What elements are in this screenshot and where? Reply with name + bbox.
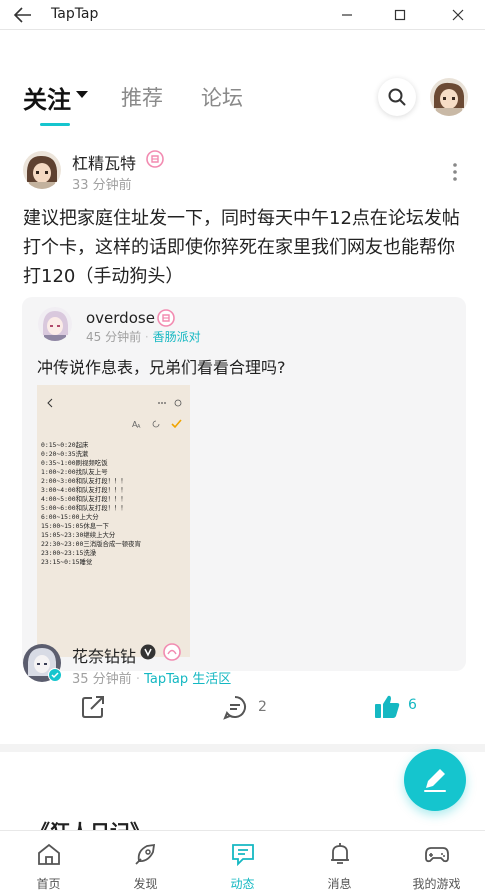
schedule-line: 23:15~0:15睡觉 bbox=[41, 558, 93, 566]
back-arrow-icon[interactable] bbox=[12, 4, 34, 26]
nav-feed[interactable]: 动态 bbox=[194, 831, 291, 896]
compose-button[interactable] bbox=[404, 749, 466, 811]
search-icon bbox=[388, 88, 406, 106]
minimize-icon[interactable] bbox=[335, 3, 359, 27]
tab-recommend[interactable]: 推荐 bbox=[121, 82, 163, 112]
schedule-line: 15:00~15:05休息一下 bbox=[41, 522, 109, 530]
nav-home-label: 首页 bbox=[36, 877, 61, 891]
verified-check-icon bbox=[48, 668, 62, 682]
feed-post[interactable]: 花奈钻钻 35 分钟前 · TapTap 生活区 《狂人日记》 bbox=[0, 622, 485, 844]
rank-badge-icon bbox=[163, 643, 181, 661]
image-edit-icons: A A bbox=[132, 419, 182, 430]
nav-my-games-label: 我的游戏 bbox=[412, 877, 461, 891]
nav-home[interactable]: 首页 bbox=[0, 831, 97, 896]
post-time: 35 分钟前 bbox=[72, 672, 132, 687]
tab-following[interactable]: 关注 bbox=[23, 80, 71, 115]
nav-discover[interactable]: 发现 bbox=[97, 831, 194, 896]
post-body-text[interactable]: 建议把家庭住址发一下，同时每天中午12点在论坛发帖打个卡，这样的话即使你猝死在家… bbox=[23, 204, 468, 291]
author-name[interactable]: 花奈钻钻 bbox=[72, 643, 136, 667]
feed-icon bbox=[232, 844, 254, 867]
verified-badge-icon bbox=[146, 150, 164, 168]
nav-discover-label: 发现 bbox=[133, 877, 158, 891]
schedule-line: 0:20~0:35洗漱 bbox=[41, 450, 89, 458]
post-time: 33 分钟前 bbox=[72, 178, 132, 193]
author-avatar[interactable] bbox=[23, 151, 61, 189]
author-name[interactable]: 杠精瓦特 bbox=[72, 150, 136, 174]
nav-my-games[interactable]: 我的游戏 bbox=[388, 831, 485, 896]
nav-messages[interactable]: 消息 bbox=[291, 831, 388, 896]
active-tab-indicator bbox=[40, 123, 70, 126]
top-tab-bar: 关注 推荐 论坛 bbox=[0, 30, 485, 130]
schedule-line: 2:00~3:00和队友打段！！！ bbox=[41, 477, 127, 485]
window-title: TapTap bbox=[51, 6, 99, 22]
quoted-post-time: 45 分钟前 bbox=[86, 330, 142, 344]
schedule-line: 6:00~15:00上大分 bbox=[41, 513, 99, 521]
quoted-post-channel[interactable]: 香肠派对 bbox=[153, 330, 201, 344]
quoted-author-avatar[interactable] bbox=[38, 307, 72, 341]
verified-badge-icon bbox=[157, 309, 175, 327]
quoted-post-meta: 45 分钟前 · 香肠派对 bbox=[86, 328, 201, 345]
meta-separator: · bbox=[144, 330, 153, 344]
schedule-line: 5:00~6:00和队友打段！！！ bbox=[41, 504, 127, 512]
user-avatar[interactable] bbox=[430, 78, 468, 116]
home-icon bbox=[38, 843, 60, 865]
schedule-line: 22:30~23:00三消版合成一顿夜宵 bbox=[41, 540, 141, 548]
bell-icon bbox=[331, 843, 349, 864]
pen-icon bbox=[424, 769, 446, 792]
quoted-post-image[interactable]: A A 0:15~0:20起床 0:20~0:35洗漱 0:35~1:00刷视频吃饭… bbox=[37, 385, 190, 657]
gamepad-icon bbox=[425, 847, 449, 863]
more-options-icon[interactable] bbox=[450, 161, 460, 183]
quoted-author-name[interactable]: overdose bbox=[86, 309, 155, 327]
image-back-icon bbox=[47, 398, 53, 408]
search-button[interactable] bbox=[378, 78, 416, 116]
schedule-line: 0:15~0:20起床 bbox=[41, 441, 89, 449]
v-badge-icon bbox=[140, 644, 156, 660]
schedule-line: 3:00~4:00和队友打段！！！ bbox=[41, 486, 127, 494]
discover-icon bbox=[135, 843, 156, 865]
quoted-post-text[interactable]: 冲传说作息表，兄弟们看看合理吗? bbox=[37, 354, 286, 378]
nav-feed-label: 动态 bbox=[230, 877, 255, 891]
schedule-line: 1:00~2:00找队友上号 bbox=[41, 468, 108, 476]
bottom-nav: 首页 发现 动态 消息 我的游戏 bbox=[0, 830, 485, 896]
caret-down-icon[interactable] bbox=[76, 91, 88, 98]
image-statusbar bbox=[37, 385, 190, 393]
image-toolbar-icons bbox=[158, 399, 182, 407]
svg-text:A: A bbox=[137, 424, 141, 430]
schedule-line: 0:35~1:00刷视频吃饭 bbox=[41, 459, 108, 467]
close-icon[interactable] bbox=[446, 3, 470, 27]
post-meta: 35 分钟前 · TapTap 生活区 bbox=[72, 668, 231, 687]
window-titlebar: TapTap bbox=[0, 0, 485, 30]
schedule-text: 0:15~0:20起床 0:20~0:35洗漱 0:35~1:00刷视频吃饭 1:00… bbox=[41, 441, 141, 567]
schedule-line: 15:05~23:30继续上大分 bbox=[41, 531, 116, 539]
schedule-line: 23:00~23:15洗澡 bbox=[41, 549, 97, 557]
schedule-line: 4:00~5:00和队友打段！！！ bbox=[41, 495, 127, 503]
post-channel[interactable]: TapTap 生活区 bbox=[144, 672, 231, 687]
tab-forum[interactable]: 论坛 bbox=[201, 82, 243, 112]
quoted-post[interactable]: overdose 45 分钟前 · 香肠派对 冲传说作息表，兄弟们看看合理吗? … bbox=[22, 297, 466, 671]
nav-messages-label: 消息 bbox=[327, 877, 352, 891]
maximize-icon[interactable] bbox=[388, 3, 412, 27]
meta-separator: · bbox=[135, 672, 145, 687]
